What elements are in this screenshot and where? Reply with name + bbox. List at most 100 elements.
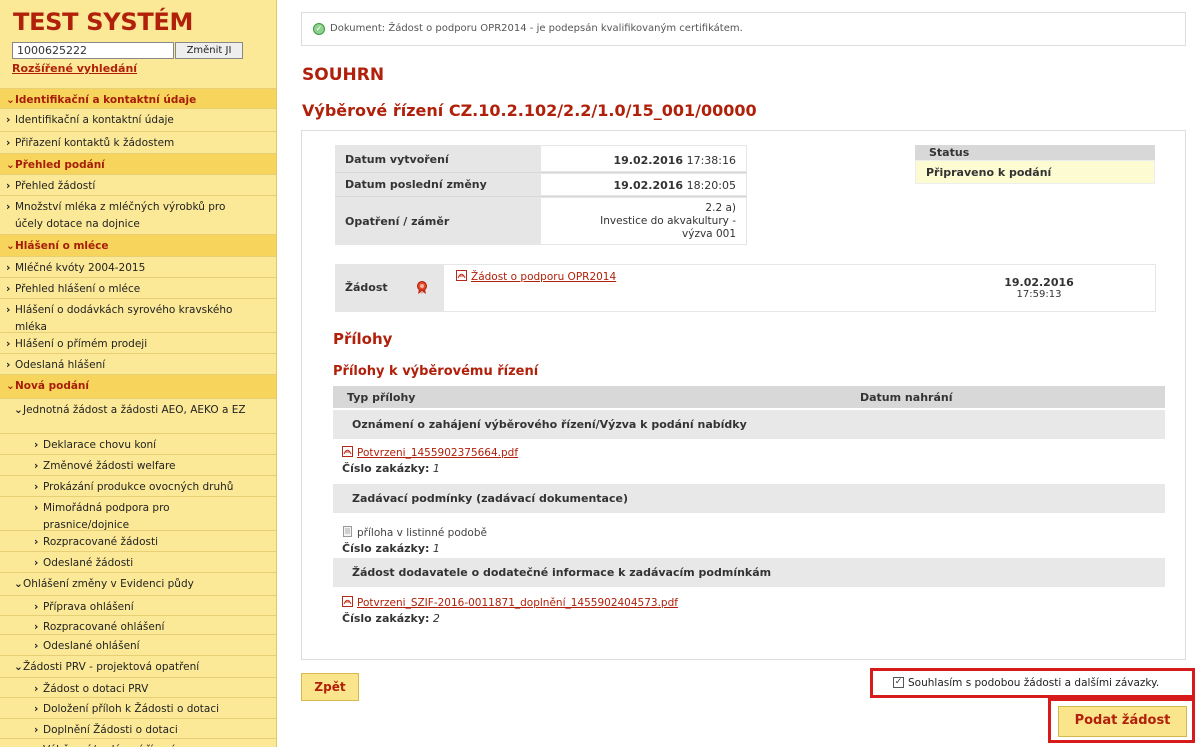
attachment-group-title: Zadávací podmínky (zadávací dokumentace) [333, 484, 1165, 513]
order-number-row: Číslo zakázky: 1 [342, 542, 440, 555]
sidebar-item-label: Jednotná žádost a žádosti AEO, AEKO a EZ [23, 404, 246, 416]
order-number-label: Číslo zakázky: [342, 612, 430, 625]
attachments-table-header: Typ přílohy Datum nahrání [333, 386, 1165, 408]
sidebar-item-label: Přehled podání [15, 159, 105, 171]
chevron-right-icon: › [6, 180, 11, 192]
sidebar-section[interactable]: ⌄ Identifikační a kontaktní údaje [0, 88, 276, 108]
status-value-cell: Připraveno k podání [915, 160, 1155, 184]
attachment-pdf-link[interactable]: Potvrzeni_SZIF-2016-0011871_doplnění_145… [357, 597, 678, 609]
order-number-label: Číslo zakázky: [342, 462, 430, 475]
sidebar-item[interactable]: › Identifikační a kontaktní údaje [0, 108, 276, 131]
sidebar-item[interactable]: › Hlášení o dodávkách syrového kravského … [0, 298, 276, 333]
sidebar-item[interactable]: › Hlášení o přímém prodeji [0, 332, 276, 353]
sidebar-item-label: Identifikační a kontaktní údaje [15, 94, 197, 106]
change-ji-button[interactable]: Změnit JI [175, 42, 243, 59]
sidebar-item[interactable]: ⌄ Žádosti PRV - projektová opatření [0, 655, 276, 677]
sidebar-item[interactable]: › Mléčné kvóty 2004-2015 [0, 256, 276, 277]
consent-checkbox[interactable]: ✓ [893, 677, 904, 688]
application-label: Žádost [345, 281, 388, 294]
status-value: Připraveno k podání [926, 166, 1052, 179]
sidebar-item-label: Změnové žádosti welfare [43, 460, 176, 472]
document-icon [343, 526, 352, 537]
ji-input[interactable]: 1000625222 [12, 42, 174, 59]
sidebar-item-label: Přiřazení kontaktů k žádostem [15, 137, 175, 149]
sidebar-item-label: Přehled hlášení o mléce [15, 283, 141, 295]
sidebar-item[interactable]: › Rozpracované žádosti [0, 530, 276, 551]
chevron-right-icon: › [34, 703, 39, 715]
sidebar-item[interactable]: ⌄ Ohlášení změny v Evidenci půdy [0, 572, 276, 595]
sidebar-item-label: Odeslané žádosti [43, 557, 134, 569]
sidebar-item[interactable]: › Žádost o dotaci PRV [0, 677, 276, 697]
status-label: Status [929, 146, 970, 159]
measure-label: Opatření / záměr [345, 215, 450, 228]
sidebar-item[interactable]: › Prokázání produkce ovocných druhů [0, 475, 276, 496]
measure-line1: 2.2 a) [705, 202, 736, 214]
chevron-right-icon: › [6, 262, 11, 274]
chevron-right-icon: › [34, 536, 39, 548]
tender-title: Výběrové řízení CZ.10.2.102/2.2/1.0/15_0… [302, 101, 757, 120]
signature-notice: ✓ Dokument: Žádost o podporu OPR2014 - j… [301, 12, 1186, 46]
modified-value-cell: 19.02.2016 18:20:05 [540, 173, 747, 196]
measure-line3: výzva 001 [682, 228, 736, 240]
sidebar-item[interactable]: › Doložení příloh k Žádosti o dotaci [0, 697, 276, 718]
page-title: SOUHRN [302, 65, 385, 85]
sidebar-item[interactable]: › Odeslané žádosti [0, 551, 276, 572]
check-icon: ✓ [313, 23, 325, 35]
submit-application-button[interactable]: Podat žádost [1058, 706, 1187, 737]
chevron-down-icon: ⌄ [14, 578, 23, 590]
sidebar-item[interactable]: › Odeslané ohlášení [0, 634, 276, 655]
sidebar-section[interactable]: ⌄ Hlášení o mléce [0, 234, 276, 256]
chevron-right-icon: › [6, 283, 11, 295]
attachments-heading: Přílohy [333, 330, 393, 348]
sidebar-item-label: Žádost o dotaci PRV [43, 683, 149, 695]
sidebar-item-label: Výběrová/zadávací řízení [43, 742, 255, 747]
consent-label: Souhlasím s podobou žádosti a dalšími zá… [908, 677, 1160, 689]
sidebar-item[interactable]: › Rozpracované ohlášení [0, 615, 276, 634]
sidebar-item[interactable]: › Změnové žádosti welfare [0, 454, 276, 475]
chevron-right-icon: › [34, 742, 38, 747]
measure-label-cell: Opatření / záměr [335, 197, 540, 245]
sidebar-item[interactable]: › Doplnění Žádosti o dotaci [0, 718, 276, 738]
sidebar-item[interactable]: › Odeslaná hlášení [0, 353, 276, 374]
order-number-row: Číslo zakázky: 2 [342, 612, 440, 625]
advanced-search-link[interactable]: Rozšířené vyhledání [12, 62, 137, 75]
application-label-cell: Žádost [335, 264, 443, 312]
sidebar-item[interactable]: › Přiřazení kontaktů k žádostem [0, 131, 276, 153]
created-label-cell: Datum vytvoření [335, 145, 540, 172]
order-number-value: 1 [432, 462, 440, 475]
order-number-row: Číslo zakázky: 1 [342, 462, 440, 475]
measure-line2: Investice do akvakultury - [600, 215, 736, 227]
sidebar-item[interactable]: › Výběrová/zadávací řízení [0, 738, 276, 747]
pdf-icon [342, 446, 353, 457]
certificate-icon [417, 281, 427, 294]
system-title: TEST SYSTÉM [13, 8, 194, 36]
chevron-down-icon: ⌄ [6, 94, 15, 106]
attachment-group-title: Oznámení o zahájení výběrového řízení/Vý… [333, 410, 1165, 439]
sidebar-item-label: Identifikační a kontaktní údaje [15, 114, 174, 126]
group-title-text: Žádost dodavatele o dodatečné informace … [352, 566, 772, 579]
modified-label: Datum poslední změny [345, 178, 487, 191]
sidebar-section[interactable]: ⌄ Přehled podání [0, 153, 276, 174]
sidebar-item[interactable]: › Deklarace chovu koní [0, 433, 276, 454]
sidebar-item[interactable]: › Přehled žádostí [0, 174, 276, 195]
sidebar-item[interactable]: › Množství mléka z mléčných výrobků pro ú… [0, 195, 276, 234]
sidebar-item-label: Žádosti PRV - projektová opatření [23, 661, 200, 673]
attachment-pdf-link[interactable]: Potvrzeni_1455902375664.pdf [357, 447, 518, 459]
group-title-text: Oznámení o zahájení výběrového řízení/Vý… [352, 418, 747, 431]
sidebar-section[interactable]: ⌄ Nová podání [0, 374, 276, 398]
chevron-right-icon: › [34, 481, 39, 493]
sidebar-item[interactable]: ⌄ Jednotná žádost a žádosti AEO, AEKO a E… [0, 398, 276, 433]
chevron-right-icon: › [6, 137, 11, 149]
attachment-file-row: příloha v listinné podobě [342, 526, 487, 539]
attachment-group-title: Žádost dodavatele o dodatečné informace … [333, 558, 1165, 587]
sidebar-item[interactable]: › Mimořádná podpora pro prasnice/dojnice [0, 496, 276, 531]
sidebar-item[interactable]: › Přehled hlášení o mléce [0, 277, 276, 298]
application-link-wrap[interactable]: Žádost o podporu OPR2014 [456, 270, 616, 283]
attachment-file-row[interactable]: Potvrzeni_1455902375664.pdf [342, 446, 518, 459]
sidebar-item-label: Příprava ohlášení [43, 601, 134, 613]
back-button[interactable]: Zpět [301, 673, 359, 701]
sidebar-item[interactable]: › Příprava ohlášení [0, 595, 276, 615]
application-pdf-link[interactable]: Žádost o podporu OPR2014 [471, 271, 616, 283]
chevron-right-icon: › [34, 557, 39, 569]
attachment-file-row[interactable]: Potvrzeni_SZIF-2016-0011871_doplnění_145… [342, 596, 678, 609]
